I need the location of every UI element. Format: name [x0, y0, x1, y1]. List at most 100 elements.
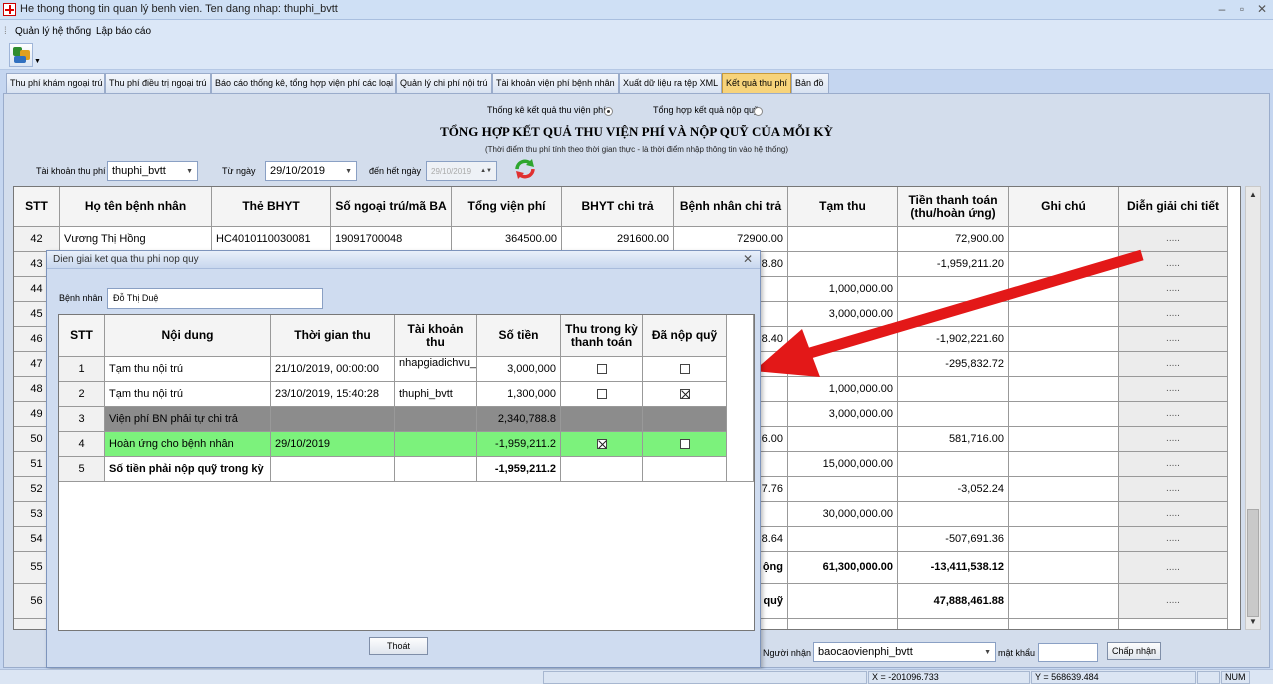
detail-button[interactable]: ..... — [1119, 552, 1228, 584]
menu-grip: ⁞ — [4, 26, 7, 37]
grid-filler-row — [788, 619, 898, 629]
option-stats-radio[interactable] — [604, 105, 613, 117]
detail-button[interactable]: ..... — [1119, 402, 1228, 427]
tab-export-xml[interactable]: Xuất dữ liệu ra tệp XML — [619, 73, 722, 93]
to-date-picker[interactable]: 29/10/2019 ▲▼ — [426, 161, 497, 181]
status-pane-blank — [543, 671, 867, 684]
dialog-cell-c1 — [561, 357, 643, 382]
dialog-cell-c2 — [643, 457, 727, 482]
grid-cell-ghichu — [1009, 502, 1119, 527]
grid-cell-ghichu — [1009, 402, 1119, 427]
title-bar: He thong thong tin quan lý benh vien. Te… — [0, 0, 1273, 20]
dialog-checkbox[interactable] — [596, 439, 607, 449]
tools-icon[interactable] — [9, 43, 33, 67]
close-window-button[interactable]: ✕ — [1253, 2, 1271, 17]
menu-item-reports[interactable]: Lập báo cáo — [96, 26, 151, 37]
scroll-up-arrow: ▲ — [1249, 190, 1257, 199]
accept-button[interactable]: Chấp nhận — [1107, 642, 1161, 660]
dialog-checkbox[interactable] — [679, 389, 690, 399]
dialog-cell-c1 — [561, 432, 643, 457]
grid-cell-tt: -3,052.24 — [898, 477, 1009, 502]
grid-cell-ghichu — [1009, 427, 1119, 452]
tab-inpatient-costs[interactable]: Quản lý chi phí nội trú — [396, 73, 492, 93]
dialog-cell-nd: Số tiền phải nộp quỹ trong kỳ — [105, 457, 271, 482]
dialog-cell-tg — [271, 407, 395, 432]
dialog-checkbox[interactable] — [596, 389, 607, 399]
dialog-checkbox[interactable] — [679, 439, 690, 449]
dialog-cell-nd: Hoàn ứng cho bệnh nhân — [105, 432, 271, 457]
tab-strip: Thu phí khám ngoại trú Thu phí điều trị … — [0, 73, 1273, 93]
account-combo[interactable]: thuphi_bvtt ▼ — [107, 161, 198, 181]
dialog-header-nd: Nội dung — [105, 315, 271, 357]
exit-button[interactable]: Thoát — [369, 637, 428, 655]
detail-button[interactable]: ..... — [1119, 377, 1228, 402]
grid-cell-tamthu — [788, 527, 898, 552]
detail-grid: STT Nội dung Thời gian thu Tài khoản thu Số … — [58, 314, 755, 631]
tab-patient-accounts[interactable]: Tài khoản viện phí bệnh nhân — [492, 73, 619, 93]
dialog-title: Dien giai ket qua thu phi nop quy — [47, 251, 760, 269]
grid-header-name: Họ tên bệnh nhân — [60, 187, 212, 227]
window-title: He thong thong tin quan lý benh vien. Te… — [20, 3, 338, 15]
from-date-label: Từ ngày — [222, 166, 256, 176]
grid-header-bn_tra: Bệnh nhân chi trả — [674, 187, 788, 227]
dialog-cell-tk: nhapgiadichvu_bvtt — [395, 357, 477, 382]
grid-cell-ghichu — [1009, 377, 1119, 402]
detail-button[interactable]: ..... — [1119, 502, 1228, 527]
tab-outpatient-exam[interactable]: Thu phí khám ngoại trú — [6, 73, 105, 93]
toolbar — [0, 42, 1273, 70]
receiver-combo[interactable]: baocaovienphi_bvtt ▼ — [813, 642, 996, 662]
dialog-cell-tk — [395, 457, 477, 482]
grid-cell-tt: -13,411,538.12 — [898, 552, 1009, 584]
toolbar-dropdown-icon[interactable]: ▼ — [34, 58, 41, 65]
scroll-thumb — [1247, 509, 1259, 617]
detail-button[interactable]: ..... — [1119, 427, 1228, 452]
grid-header-tong: Tổng viện phí — [452, 187, 562, 227]
detail-button[interactable]: ..... — [1119, 584, 1228, 619]
dialog-grid-empty-area — [59, 482, 754, 630]
dialog-cell-c2 — [643, 357, 727, 382]
dialog-header-st: Số tiền — [477, 315, 561, 357]
grid-cell-tt: 47,888,461.88 — [898, 584, 1009, 619]
grid-cell-ghichu — [1009, 584, 1119, 619]
menu-bar: ⁞ Quản lý hệ thống Lập báo cáo — [0, 20, 1273, 42]
account-label: Tài khoản thu phí — [36, 166, 106, 176]
patient-name-field[interactable]: Đỗ Thị Duệ — [107, 288, 323, 309]
detail-button[interactable]: ..... — [1119, 452, 1228, 477]
grid-vertical-scrollbar[interactable]: ▲ ▼ — [1245, 186, 1261, 630]
dialog-cell-st: 1,300,000 — [477, 382, 561, 407]
detail-button[interactable]: ..... — [1119, 527, 1228, 552]
dialog-header-tk: Tài khoản thu — [395, 315, 477, 357]
maximize-button[interactable]: ▫ — [1233, 2, 1251, 17]
minimize-button[interactable]: – — [1213, 2, 1231, 17]
dialog-cell-st: 3,000,000 — [477, 357, 561, 382]
dialog-header-stt: STT — [59, 315, 105, 357]
tab-fee-results[interactable]: Kết quả thu phí — [722, 73, 791, 93]
dialog-checkbox[interactable] — [596, 364, 607, 374]
grid-cell-tong: 364500.00 — [452, 227, 562, 252]
dialog-checkbox[interactable] — [679, 364, 690, 374]
tab-reports[interactable]: Báo cáo thống kê, tổng hợp viện phí các … — [211, 73, 396, 93]
menu-item-system[interactable]: Quản lý hệ thống — [15, 26, 91, 37]
grid-cell-tt: -507,691.36 — [898, 527, 1009, 552]
grid-cell-tamthu: 61,300,000.00 — [788, 552, 898, 584]
refresh-icon[interactable] — [513, 157, 537, 181]
grid-filler-row — [898, 619, 1009, 629]
tab-map[interactable]: Bản đồ — [791, 73, 829, 93]
dialog-close-icon[interactable]: ✕ — [743, 252, 753, 266]
app-icon — [3, 3, 16, 16]
dialog-cell-c2 — [643, 382, 727, 407]
status-y: Y = 568639.484 — [1031, 671, 1196, 684]
tab-outpatient-treatment[interactable]: Thu phí điều trị ngoại trú — [105, 73, 211, 93]
grid-header-ghichu: Ghi chú — [1009, 187, 1119, 227]
detail-button[interactable]: ..... — [1119, 477, 1228, 502]
option-summary-radio[interactable] — [754, 105, 763, 117]
from-date-picker[interactable]: 29/10/2019 ▼ — [265, 161, 357, 181]
status-bar: X = -201096.733 Y = 568639.484 NUM — [0, 669, 1273, 684]
dialog-cell-stt: 2 — [59, 382, 105, 407]
grid-header-so: Số ngoại trú/mã BA — [331, 187, 452, 227]
dialog-header-tg: Thời gian thu — [271, 315, 395, 357]
grid-cell-tt — [898, 402, 1009, 427]
password-field[interactable] — [1038, 643, 1098, 662]
dialog-cell-stt: 4 — [59, 432, 105, 457]
dialog-cell-st: -1,959,211.2 — [477, 457, 561, 482]
